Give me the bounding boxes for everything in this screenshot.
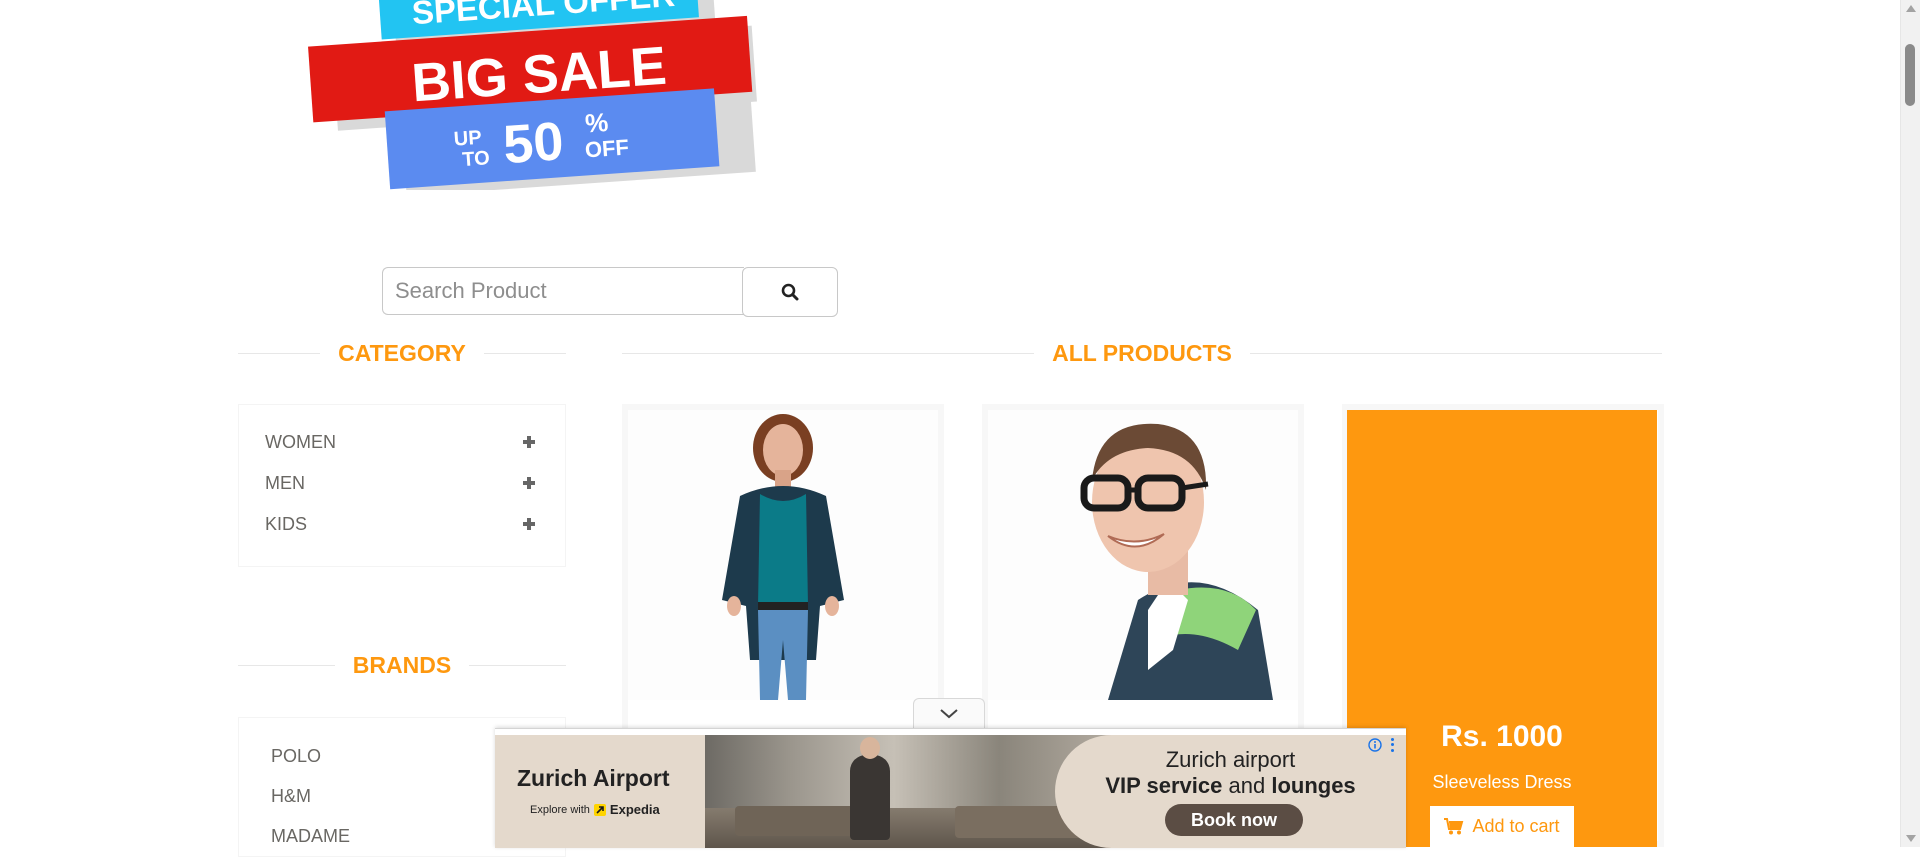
ad-info-button[interactable] [1367, 737, 1383, 753]
scrollbar-thumb[interactable] [1905, 44, 1915, 106]
ad-options-button[interactable] [1385, 737, 1399, 753]
category-item-label: MEN [265, 472, 305, 493]
product-image-man[interactable] [988, 410, 1298, 700]
advertisement-banner[interactable]: Zurich Airport Explore with Expedia Zuri… [495, 728, 1406, 848]
expedia-arrow-icon [593, 803, 606, 816]
ad-headline: Zurich airport [1165, 747, 1296, 772]
sale-banner: SPECIAL OFFER BIG SALE UP TO 50 % OFF [308, 0, 757, 190]
ad-collapse-toggle[interactable] [913, 698, 985, 729]
add-to-cart-label: Add to cart [1472, 816, 1560, 836]
banner-to: TO [462, 147, 491, 171]
ad-expedia: Expedia [609, 802, 660, 817]
scroll-up-arrow-icon[interactable] [1906, 5, 1916, 12]
plus-icon[interactable] [523, 436, 535, 448]
shopping-cart-icon [1444, 818, 1464, 835]
chevron-down-icon [940, 709, 958, 719]
category-item-label: KIDS [265, 513, 308, 534]
brand-item-madame[interactable]: MADAME [271, 826, 350, 847]
plus-icon[interactable] [523, 477, 535, 489]
category-heading: CATEGORY [320, 340, 484, 366]
plus-icon[interactable] [523, 518, 535, 530]
category-heading-wrap: CATEGORY [238, 338, 566, 368]
product-image-woman[interactable] [628, 410, 938, 700]
vertical-scrollbar[interactable] [1900, 0, 1920, 847]
banner-percent: % [584, 107, 609, 139]
book-now-button[interactable]: Book now [1165, 804, 1303, 836]
info-icon [1368, 738, 1382, 752]
ad-subheadline: VIP service and lounges [1055, 773, 1406, 799]
search-input[interactable] [382, 267, 744, 315]
more-vertical-icon [1390, 738, 1394, 742]
ad-and: and [1228, 773, 1266, 798]
brands-heading-wrap: BRANDS [238, 650, 566, 680]
category-item-women[interactable]: WOMEN [265, 427, 535, 457]
scroll-down-arrow-icon[interactable] [1906, 835, 1916, 842]
category-item-label: WOMEN [265, 431, 336, 452]
add-to-cart-button[interactable]: Add to cart [1430, 806, 1574, 847]
products-heading-wrap: ALL PRODUCTS [622, 338, 1662, 368]
ad-brand-sub: Explore with Expedia [530, 802, 660, 817]
banner-fifty: 50 [501, 111, 565, 175]
category-item-kids[interactable]: KIDS [265, 509, 535, 539]
ad-lounges: lounges [1271, 773, 1356, 798]
brand-item-hm[interactable]: H&M [271, 786, 311, 807]
category-panel: WOMEN MEN KIDS [238, 404, 566, 567]
ad-brand-name: Zurich Airport [517, 765, 670, 791]
category-item-men[interactable]: MEN [265, 468, 535, 498]
banner-off: OFF [584, 135, 630, 163]
brands-heading: BRANDS [334, 652, 470, 678]
search-icon [781, 283, 799, 301]
ad-explore-with: Explore with [530, 803, 590, 816]
search-bar [382, 267, 838, 317]
woman-in-jacket-photo [628, 410, 938, 700]
search-button[interactable] [742, 267, 838, 317]
products-heading: ALL PRODUCTS [1034, 340, 1250, 366]
man-with-glasses-photo [988, 410, 1298, 700]
ad-vip-service: VIP service [1105, 773, 1223, 798]
brand-item-polo[interactable]: POLO [271, 746, 321, 767]
